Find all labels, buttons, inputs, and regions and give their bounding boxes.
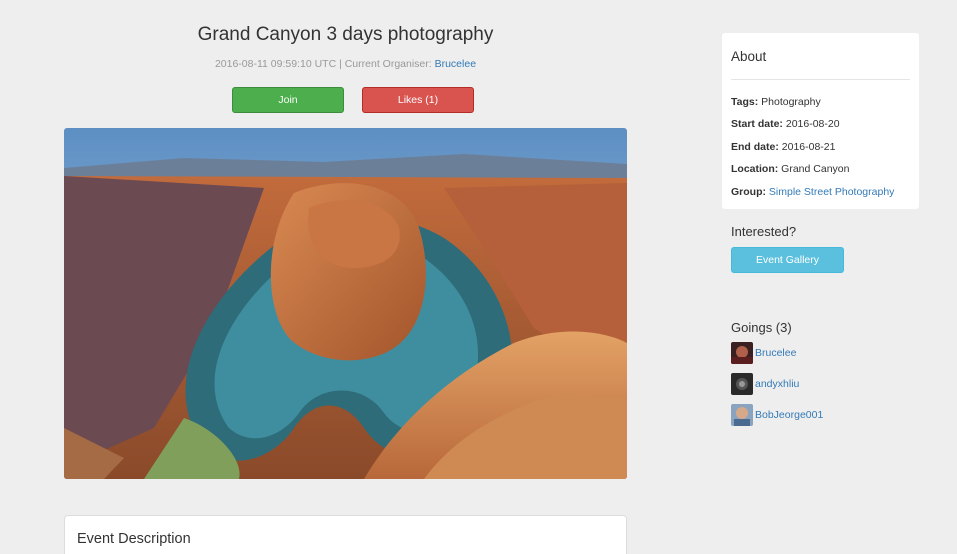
tags-label: Tags: <box>731 96 759 108</box>
join-button[interactable]: Join <box>232 87 344 113</box>
event-description-panel: Event Description <box>64 515 627 554</box>
location-label: Location: <box>731 163 779 175</box>
about-title: About <box>731 49 767 64</box>
end-date-value: 2016-08-21 <box>781 141 836 153</box>
avatar <box>731 373 753 395</box>
likes-button[interactable]: Likes (1) <box>362 87 474 113</box>
interested-heading: Interested? <box>731 224 797 239</box>
group-label: Group: <box>731 186 766 198</box>
going-user-item[interactable]: Brucelee <box>731 342 796 364</box>
event-cover-image <box>64 128 627 479</box>
going-user-name[interactable]: BobJeorge001 <box>755 409 823 421</box>
event-timestamp: 2016-08-11 09:59:10 UTC <box>214 58 337 70</box>
going-user-item[interactable]: BobJeorge001 <box>731 404 823 426</box>
organiser-prefix: | Current Organiser: <box>339 58 432 70</box>
goings-heading: Goings (3) <box>731 320 792 335</box>
location-value: Grand Canyon <box>781 163 850 175</box>
avatar <box>731 342 753 364</box>
event-title: Grand Canyon 3 days photography <box>197 24 494 45</box>
event-meta: 2016-08-11 09:59:10 UTC | Current Organi… <box>64 58 627 70</box>
event-description-title: Event Description <box>77 531 191 547</box>
about-location: Location: Grand Canyon <box>731 163 849 175</box>
avatar <box>731 404 753 426</box>
organiser-link[interactable]: Brucelee <box>435 58 476 70</box>
group-link[interactable]: Simple Street Photography <box>769 186 895 198</box>
start-date-value: 2016-08-20 <box>785 118 840 130</box>
end-date-label: End date: <box>731 141 779 153</box>
event-gallery-button[interactable]: Event Gallery <box>731 247 844 273</box>
about-start-date: Start date: 2016-08-20 <box>731 118 840 130</box>
about-group: Group: Simple Street Photography <box>731 186 894 198</box>
going-user-name[interactable]: Brucelee <box>755 347 796 359</box>
about-panel: About Tags: Photography Start date: 2016… <box>722 33 919 209</box>
about-end-date: End date: 2016-08-21 <box>731 141 835 153</box>
tags-value: Photography <box>761 96 821 108</box>
about-divider <box>731 79 910 80</box>
about-tags: Tags: Photography <box>731 96 821 108</box>
going-user-item[interactable]: andyxhliu <box>731 373 799 395</box>
start-date-label: Start date: <box>731 118 783 130</box>
going-user-name[interactable]: andyxhliu <box>755 378 799 390</box>
